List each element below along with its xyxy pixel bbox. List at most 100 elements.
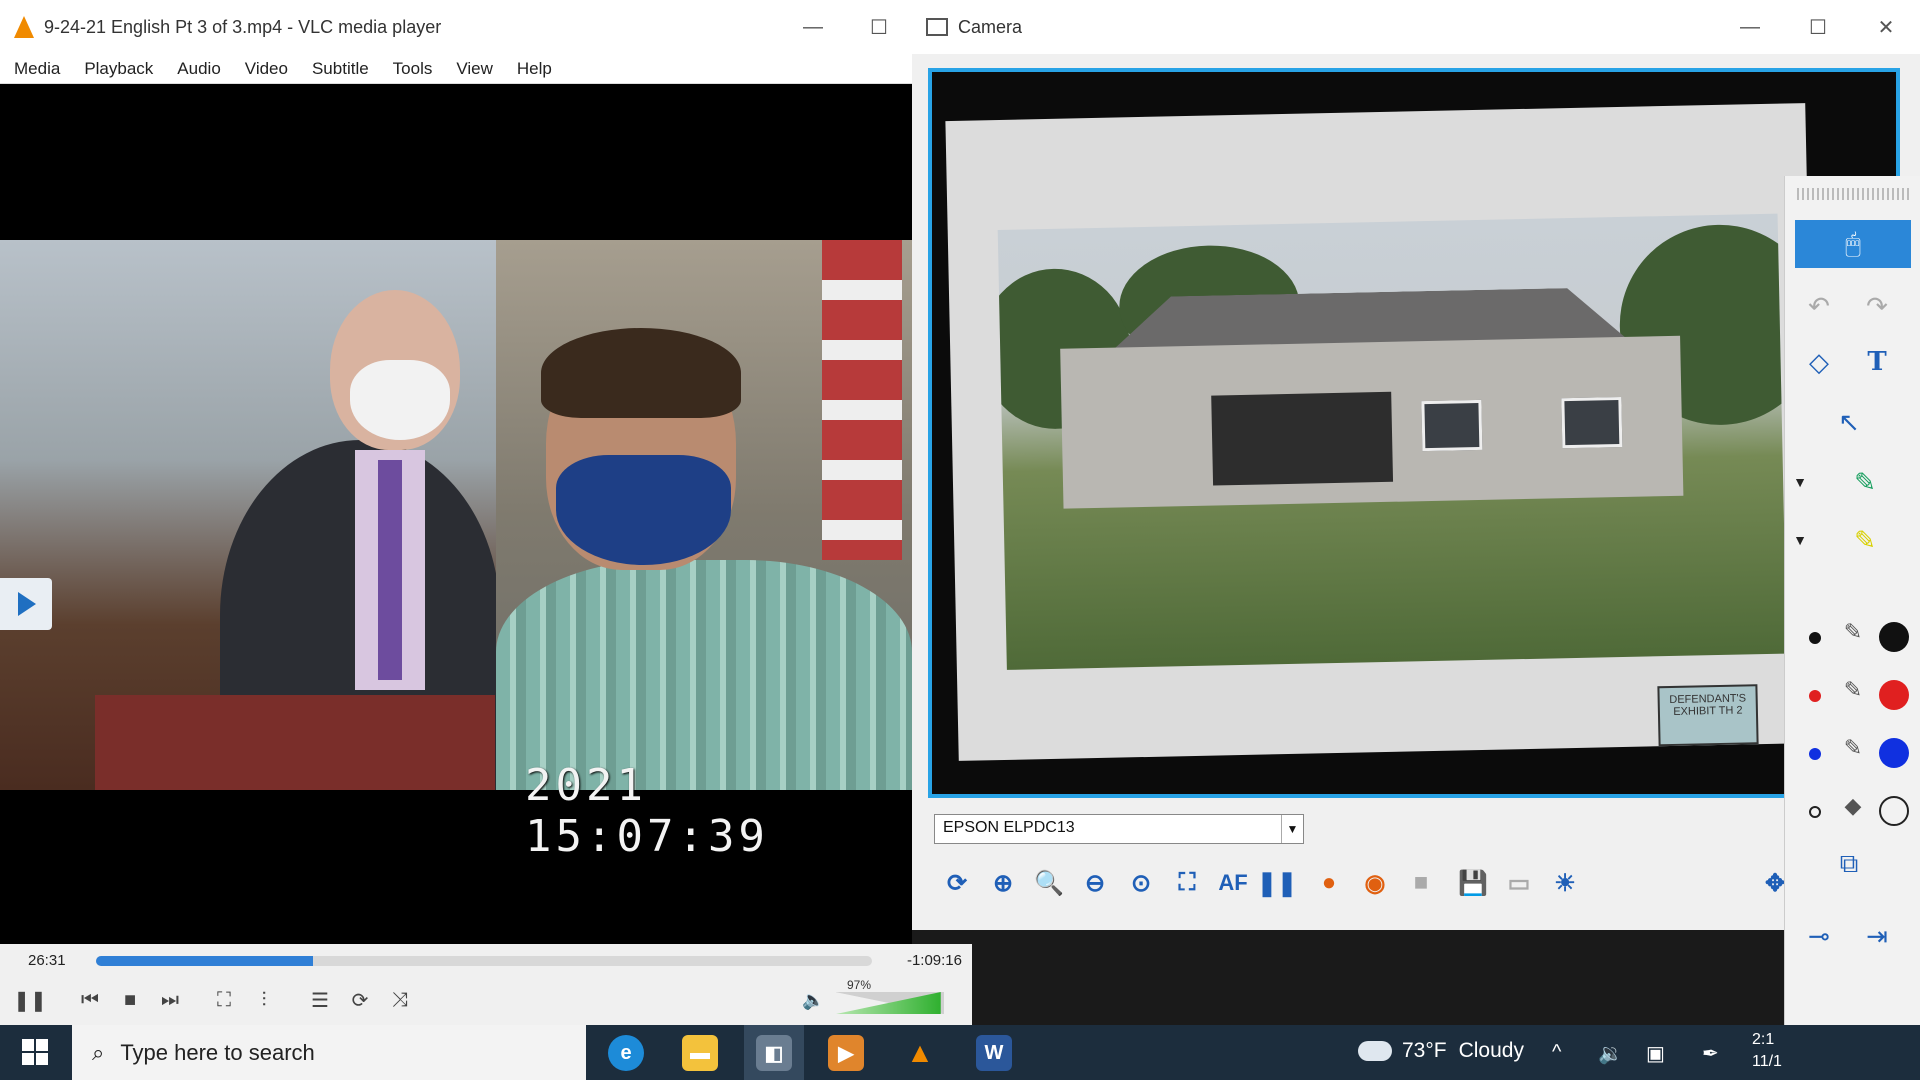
weather-widget[interactable]: 73°F Cloudy [1358,1039,1524,1063]
menu-playback[interactable]: Playback [84,59,153,79]
previous-button[interactable]: ⏮ [72,982,108,1018]
highlighter-dropdown-chevron-icon[interactable]: ▼ [1785,516,1815,564]
annotation-toolbar: 🖱 ↶ ↷ ◇ T ↖ ▼ ✎ ▼ ✎ ✎ ✎ ✎ ◆ ⧉ ⊸ ⇥ [1784,176,1920,1080]
camera-titlebar[interactable]: Camera — ☐ ✕ [912,0,1920,54]
camera-preview[interactable]: DEFENDANT'S EXHIBIT TH 2 [928,68,1900,798]
menu-tools[interactable]: Tools [393,59,433,79]
camera-app-icon [926,18,948,36]
connect-icon[interactable]: ⊸ [1795,912,1843,960]
camera-close-button[interactable]: ✕ [1852,15,1920,40]
eraser-icon[interactable]: ◆ [1829,782,1877,830]
house-photo [997,213,1787,670]
undo-icon[interactable]: ↶ [1795,282,1843,330]
next-button[interactable]: ⏭ [152,982,188,1018]
camera-maximize-button[interactable]: ☐ [1784,15,1852,40]
small-black-dot-icon[interactable] [1809,632,1821,644]
media-app-icon[interactable]: ▶ [828,1035,864,1071]
video-area[interactable]: 2021 15:07:39 [0,84,912,944]
pause-button[interactable]: ❚❚ [12,982,48,1018]
select-cursor-icon[interactable]: ↖ [1825,398,1873,446]
camera-device-select[interactable]: EPSON ELPDC13 ▼ [934,814,1304,844]
seek-bar[interactable] [96,956,872,966]
autofocus-button[interactable]: AF [1212,862,1254,904]
zoom-area-icon[interactable]: ⊕ [982,862,1024,904]
camera-minimize-button[interactable]: — [1716,16,1784,39]
small-eraser-dot-icon[interactable] [1809,806,1821,818]
zoom-reset-icon[interactable]: ⊙ [1120,862,1162,904]
menu-video[interactable]: Video [245,59,288,79]
play-overlay-button[interactable] [0,578,52,630]
exhibit-sticker: DEFENDANT'S EXHIBIT TH 2 [1657,684,1759,747]
eraser-size-swatch[interactable] [1879,796,1909,826]
stop-button[interactable]: ■ [112,982,148,1018]
fullscreen-button[interactable]: ⛶ [206,982,242,1018]
elapsed-time: 26:31 [28,952,66,969]
extended-settings-button[interactable]: ⫶ [246,982,282,1018]
record-icon[interactable]: ● [1308,862,1350,904]
exit-icon[interactable]: ⇥ [1853,912,1901,960]
pen-tray-icon[interactable]: ✒ [1702,1041,1719,1066]
taskbar-search-box[interactable]: ⌕ Type here to search [72,1025,586,1080]
rotate-icon[interactable]: ⟳ [936,862,978,904]
zoom-in-icon[interactable]: 🔍 [1028,862,1070,904]
pause-preview-icon[interactable]: ❚❚ [1256,862,1298,904]
pen-tool-icon[interactable]: ✎ [1825,458,1905,506]
speaker-icon[interactable]: 🔈 [802,990,824,1011]
black-color-swatch[interactable] [1879,622,1909,652]
compare-icon[interactable]: ▭ [1498,862,1540,904]
file-explorer-icon[interactable]: ▬ [682,1035,718,1071]
zoom-out-icon[interactable]: ⊖ [1074,862,1116,904]
pen-dropdown-chevron-icon[interactable]: ▼ [1785,458,1815,506]
volume-slider[interactable] [836,992,944,1014]
shuffle-button[interactable]: ⤨ [382,982,418,1018]
blue-color-swatch[interactable] [1879,738,1909,768]
weather-temperature: 73°F [1402,1039,1447,1062]
menu-audio[interactable]: Audio [177,59,220,79]
redo-icon[interactable]: ↷ [1853,282,1901,330]
save-icon[interactable]: 💾 [1452,862,1494,904]
minimize-button[interactable]: — [780,16,846,39]
vlc-taskbar-icon[interactable]: ▲ [902,1035,938,1071]
volume-tray-icon[interactable]: 🔉 [1598,1041,1623,1066]
seek-progress [96,956,314,966]
highlighter-tool-icon[interactable]: ✎ [1825,516,1905,564]
timer-record-icon[interactable]: ◉ [1354,862,1396,904]
vlc-menubar: Media Playback Audio Video Subtitle Tool… [0,54,912,84]
video-frame: 2021 15:07:39 [0,240,912,862]
fit-screen-icon[interactable]: ⛶ [1166,862,1208,904]
red-color-swatch[interactable] [1879,680,1909,710]
chevron-down-icon[interactable]: ▼ [1281,815,1303,843]
shapes-icon[interactable]: ◇ [1795,338,1843,386]
camera-toolbar: ⟳ ⊕ 🔍 ⊖ ⊙ ⛶ AF ❚❚ ● ◉ ■ 💾 ▭ ☀ ✥ [934,860,1914,908]
start-button[interactable] [22,1039,48,1065]
volume-level [836,992,941,1014]
mouse-icon[interactable]: 🖱 [1795,220,1911,268]
small-red-dot-icon[interactable] [1809,690,1821,702]
word-icon[interactable]: W [976,1035,1012,1071]
taskbar-clock[interactable]: 2:1 11/1 [1752,1029,1782,1073]
text-tool-button[interactable]: T [1853,338,1901,386]
menu-view[interactable]: View [456,59,493,79]
camera-window-title: Camera [958,16,1023,37]
small-blue-dot-icon[interactable] [1809,748,1821,760]
loop-button[interactable]: ⟳ [342,982,378,1018]
network-icon[interactable]: ▣ [1646,1041,1665,1066]
maximize-button[interactable]: ☐ [846,15,912,40]
vlc-titlebar[interactable]: 9-24-21 English Pt 3 of 3.mp4 - VLC medi… [0,0,912,54]
blue-pen-icon[interactable]: ✎ [1829,724,1877,772]
red-pen-icon[interactable]: ✎ [1829,666,1877,714]
brightness-icon[interactable]: ☀ [1544,862,1586,904]
chevron-up-icon[interactable]: ^ [1552,1041,1561,1064]
clock-date: 11/1 [1752,1053,1782,1070]
edge-icon[interactable]: e [608,1035,644,1071]
menu-help[interactable]: Help [517,59,552,79]
capture-to-board-icon[interactable]: ⧉ [1825,840,1873,888]
black-pen-icon[interactable]: ✎ [1829,608,1877,656]
menu-subtitle[interactable]: Subtitle [312,59,369,79]
stop-record-icon[interactable]: ■ [1400,862,1442,904]
playlist-button[interactable]: ☰ [302,982,338,1018]
toolbar-grip-top[interactable] [1797,188,1909,200]
remaining-time[interactable]: -1:09:16 [907,952,962,969]
menu-media[interactable]: Media [14,59,60,79]
camera-app-taskbar-icon[interactable]: ◧ [756,1035,792,1071]
